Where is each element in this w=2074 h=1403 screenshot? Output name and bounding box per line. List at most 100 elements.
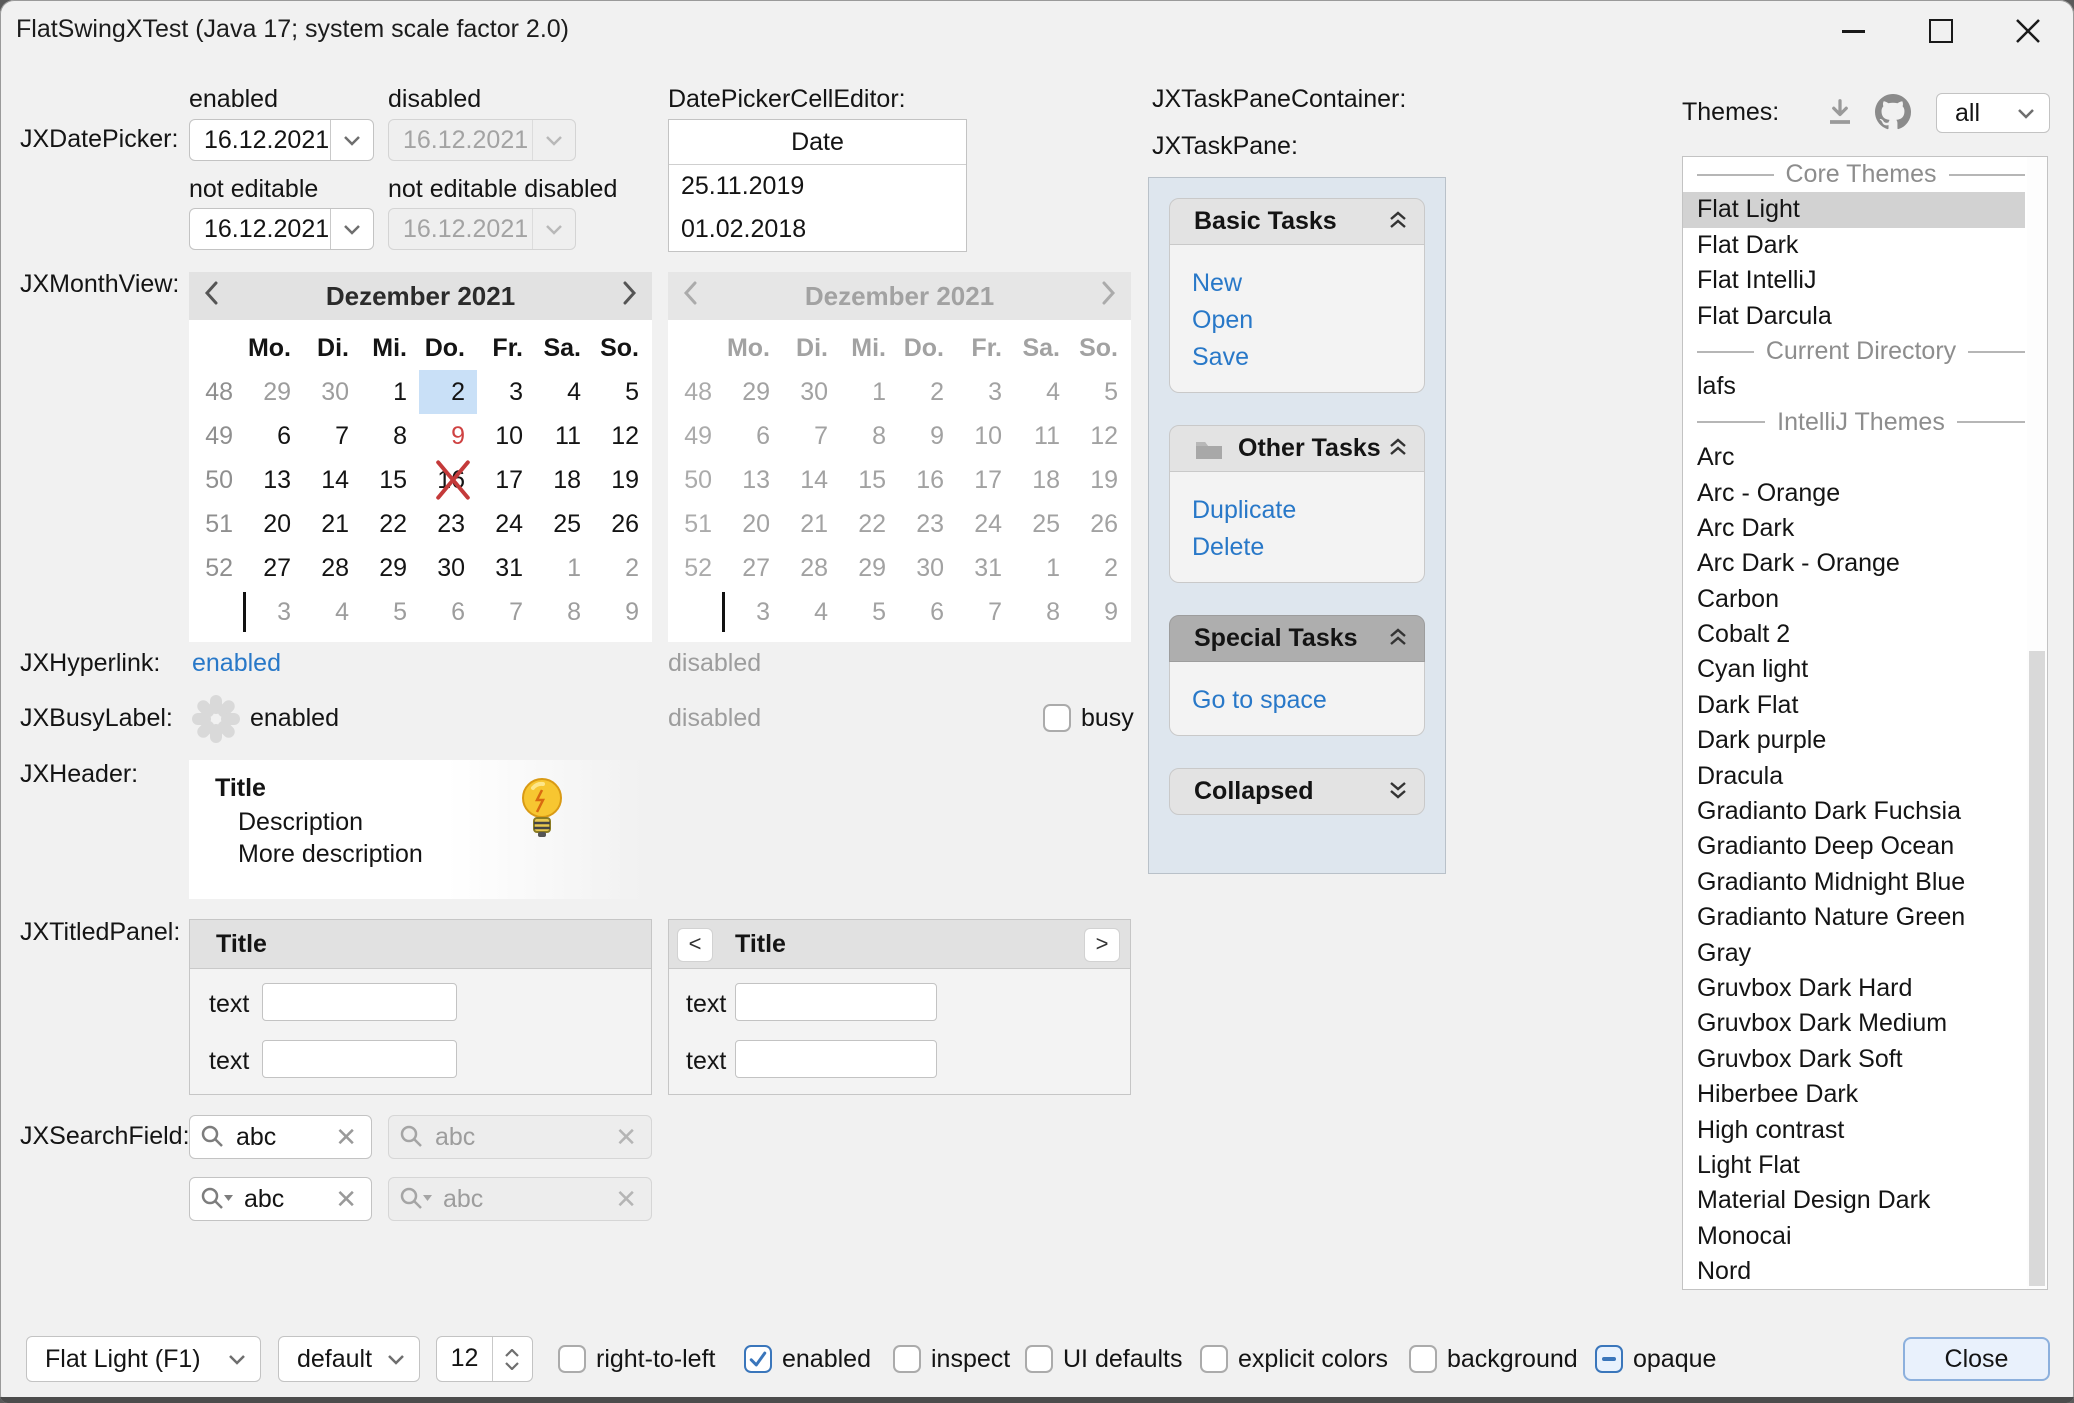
taskpane-link-go-to-space[interactable]: Go to space (1192, 682, 1424, 719)
table-row[interactable]: 25.11.2019 (669, 165, 966, 208)
calendar-day[interactable]: 19 (593, 458, 651, 502)
themes-scrollbar[interactable] (2027, 157, 2047, 1289)
theme-item-dark-purple[interactable]: Dark purple (1683, 723, 2025, 758)
calendar-day[interactable]: 18 (535, 458, 593, 502)
calendar-day[interactable]: 21 (303, 502, 361, 546)
theme-item-arc-orange[interactable]: Arc - Orange (1683, 476, 2025, 511)
chevron-double-up-icon[interactable] (1388, 207, 1408, 236)
theme-item-nord[interactable]: Nord (1683, 1254, 2025, 1289)
calendar-day[interactable]: 7 (477, 590, 535, 634)
theme-item-flat-dark[interactable]: Flat Dark (1683, 228, 2025, 263)
taskpane-link-open[interactable]: Open (1192, 302, 1424, 339)
calendar-day[interactable]: 10 (477, 414, 535, 458)
theme-item-flat-darcula[interactable]: Flat Darcula (1683, 299, 2025, 334)
calendar-day[interactable]: 29 (245, 370, 303, 414)
clear-icon[interactable]: ✕ (335, 1122, 371, 1153)
taskpane-link-save[interactable]: Save (1192, 339, 1424, 376)
calendar-day[interactable]: 13 (245, 458, 303, 502)
calendar-day[interactable]: 2 (419, 370, 477, 414)
calendar-day[interactable]: 5 (593, 370, 651, 414)
calendar-day[interactable]: 8 (361, 414, 419, 458)
hyperlink-enabled[interactable]: enabled (192, 647, 281, 679)
taskpane-header[interactable]: Collapsed (1169, 768, 1425, 815)
search-dropdown-icon[interactable] (190, 1186, 234, 1212)
chevron-double-up-icon[interactable] (1388, 434, 1408, 463)
themes-scrollbar-thumb[interactable] (2029, 651, 2045, 1286)
taskpane-header[interactable]: Special Tasks (1169, 615, 1425, 662)
maximize-button[interactable] (1912, 6, 1970, 56)
chevron-down-icon[interactable] (330, 120, 373, 160)
calendar-day[interactable]: 12 (593, 414, 651, 458)
font-combobox[interactable]: default (278, 1336, 420, 1382)
calendar-day[interactable]: 2 (593, 546, 651, 590)
calendar-day[interactable]: 24 (477, 502, 535, 546)
github-button[interactable] (1870, 90, 1916, 134)
chevron-down-icon[interactable] (330, 209, 373, 249)
theme-item-gradianto-nature-green[interactable]: Gradianto Nature Green (1683, 900, 2025, 935)
theme-item-light-flat[interactable]: Light Flat (1683, 1148, 2025, 1183)
searchfield-value[interactable]: abc (234, 1185, 335, 1214)
calendar-day[interactable]: 16 (419, 458, 477, 502)
calendar-day[interactable]: 8 (535, 590, 593, 634)
datepicker-noteditable[interactable]: 16.12.2021 (189, 208, 374, 250)
theme-item-monocai[interactable]: Monocai (1683, 1219, 2025, 1254)
calendar-day[interactable]: 30 (419, 546, 477, 590)
calendar-day[interactable]: 1 (361, 370, 419, 414)
theme-item-cobalt-2[interactable]: Cobalt 2 (1683, 617, 2025, 652)
clear-icon[interactable]: ✕ (335, 1184, 371, 1215)
theme-item-gruvbox-dark-medium[interactable]: Gruvbox Dark Medium (1683, 1006, 2025, 1041)
calendar-day[interactable]: 5 (361, 590, 419, 634)
taskpane-link-new[interactable]: New (1192, 265, 1424, 302)
theme-item-gradianto-dark-fuchsia[interactable]: Gradianto Dark Fuchsia (1683, 794, 2025, 829)
calendar-day[interactable]: 26 (593, 502, 651, 546)
theme-item-cyan-light[interactable]: Cyan light (1683, 652, 2025, 687)
table-row[interactable]: 01.02.2018 (669, 208, 966, 251)
theme-item-high-contrast[interactable]: High contrast (1683, 1113, 2025, 1148)
celleditor-column-header[interactable]: Date (669, 120, 966, 165)
datepicker-enabled[interactable]: 16.12.2021 (189, 119, 374, 161)
theme-item-gradianto-deep-ocean[interactable]: Gradianto Deep Ocean (1683, 829, 2025, 864)
theme-item-arc-dark[interactable]: Arc Dark (1683, 511, 2025, 546)
theme-item-gradianto-midnight-blue[interactable]: Gradianto Midnight Blue (1683, 865, 2025, 900)
calendar-day[interactable]: 15 (361, 458, 419, 502)
themes-filter-combobox[interactable]: all (1936, 93, 2050, 133)
calendar-day[interactable]: 6 (245, 414, 303, 458)
calendar-day[interactable]: 31 (477, 546, 535, 590)
calendar-day[interactable]: 14 (303, 458, 361, 502)
calendar-day[interactable]: 3 (245, 590, 303, 634)
inspect-checkbox[interactable] (893, 1345, 921, 1373)
taskpane-header[interactable]: Basic Tasks (1169, 198, 1425, 245)
explicit-colors-checkbox[interactable] (1200, 1345, 1228, 1373)
calendar-day[interactable]: 29 (361, 546, 419, 590)
taskpane-link-duplicate[interactable]: Duplicate (1192, 492, 1424, 529)
minimize-button[interactable] (1824, 6, 1882, 56)
close-button[interactable]: Close (1903, 1337, 2050, 1381)
calendar-day[interactable]: 4 (303, 590, 361, 634)
searchfield-dropdown-enabled[interactable]: abc ✕ (189, 1177, 372, 1221)
calendar-day[interactable]: 25 (535, 502, 593, 546)
calendar-day[interactable]: 30 (303, 370, 361, 414)
searchfield-value[interactable]: abc (226, 1123, 335, 1152)
close-window-button[interactable] (1999, 6, 2057, 56)
calendar-day[interactable]: 27 (245, 546, 303, 590)
taskpane-link-delete[interactable]: Delete (1192, 529, 1424, 566)
titledpanel-next-button[interactable]: > (1084, 928, 1120, 962)
text-input[interactable] (735, 1040, 937, 1078)
calendar-next-icon[interactable] (622, 280, 638, 313)
calendar-day[interactable]: 1 (535, 546, 593, 590)
calendar-day[interactable]: 20 (245, 502, 303, 546)
monthview-calendar-enabled[interactable]: Dezember 2021Mo.Di.Mi.Do.Fr.Sa.So.482930… (189, 272, 652, 642)
calendar-day[interactable]: 6 (419, 590, 477, 634)
theme-item-carbon[interactable]: Carbon (1683, 582, 2025, 617)
theme-item-gruvbox-dark-soft[interactable]: Gruvbox Dark Soft (1683, 1042, 2025, 1077)
theme-item-arc[interactable]: Arc (1683, 440, 2025, 475)
calendar-day[interactable]: 3 (477, 370, 535, 414)
taskpane-header[interactable]: Other Tasks (1169, 425, 1425, 472)
font-size-spinner[interactable]: 12 (436, 1336, 533, 1382)
theme-item-lafs[interactable]: lafs (1683, 369, 2025, 404)
spinner-arrows[interactable] (492, 1337, 531, 1381)
theme-item-hiberbee-dark[interactable]: Hiberbee Dark (1683, 1077, 2025, 1112)
text-input[interactable] (262, 1040, 457, 1078)
calendar-day[interactable]: 7 (303, 414, 361, 458)
background-checkbox[interactable] (1409, 1345, 1437, 1373)
